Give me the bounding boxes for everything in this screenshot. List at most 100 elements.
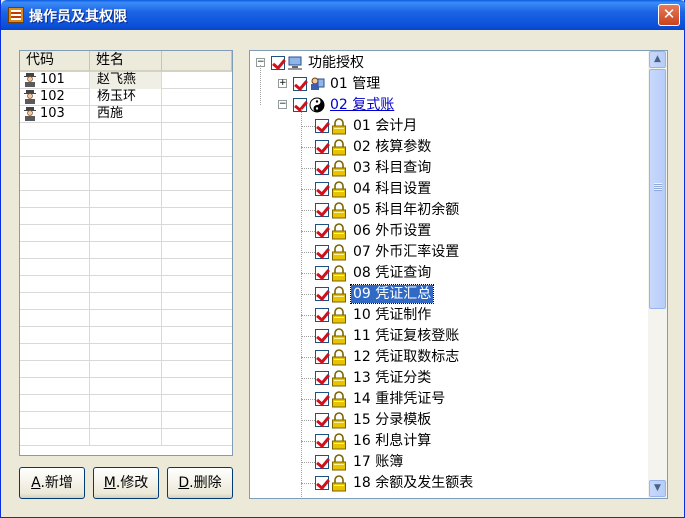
tree-item[interactable]: 18 余额及发生额表: [301, 473, 601, 494]
tree-item[interactable]: 17 账簿: [301, 452, 601, 473]
checkbox-icon[interactable]: [315, 413, 329, 427]
checkbox-icon[interactable]: [315, 161, 329, 175]
tree-connector: [301, 357, 315, 358]
tree-group-ledger[interactable]: − 02 复式账: [278, 95, 478, 116]
lock-icon: [332, 454, 346, 471]
tree-item[interactable]: 14 重排凭证号: [301, 389, 601, 410]
checkbox-icon[interactable]: [315, 245, 329, 259]
empty-cell: [20, 174, 90, 191]
tree-root-label: 功能授权: [308, 55, 364, 71]
tree-item[interactable]: 09 凭证汇总: [301, 284, 601, 305]
empty-cell: [162, 242, 232, 259]
tree-scrollbar[interactable]: ▲ ▼: [648, 51, 667, 498]
checkbox-icon[interactable]: [293, 98, 307, 112]
tree-item-label: 17 账簿: [353, 454, 404, 470]
tree-item[interactable]: 04 科目设置: [301, 179, 601, 200]
empty-cell: [20, 123, 90, 140]
operator-list[interactable]: 代码 姓名 101 赵飞燕 102 杨玉环 103 西施: [19, 50, 233, 456]
checkbox-icon[interactable]: [315, 329, 329, 343]
tree-item[interactable]: 10 凭证制作: [301, 305, 601, 326]
empty-cell: [20, 327, 90, 344]
empty-cell: [90, 361, 162, 378]
empty-row: [20, 225, 232, 242]
scroll-thumb[interactable]: [649, 69, 666, 309]
close-button[interactable]: ✕: [658, 4, 680, 26]
checkbox-icon[interactable]: [315, 203, 329, 217]
checkbox-icon[interactable]: [293, 77, 307, 91]
checkbox-icon[interactable]: [315, 392, 329, 406]
modify-button[interactable]: M.修改: [93, 467, 159, 499]
tree-item[interactable]: 06 外币设置: [301, 221, 601, 242]
tree-connector: [301, 168, 315, 169]
delete-button[interactable]: D.删除: [167, 467, 233, 499]
tree-group-admin[interactable]: + 01 管理: [278, 74, 478, 95]
lock-icon: [332, 286, 346, 303]
empty-row: [20, 242, 232, 259]
empty-row: [20, 429, 232, 446]
tree-item[interactable]: 13 凭证分类: [301, 368, 601, 389]
checkbox-icon[interactable]: [315, 182, 329, 196]
modify-button-key: M: [103, 475, 116, 491]
table-row[interactable]: 101 赵飞燕: [20, 72, 232, 89]
tree-item[interactable]: 05 科目年初余额: [301, 200, 601, 221]
expand-icon[interactable]: +: [278, 79, 287, 88]
tree-connector: [301, 273, 315, 274]
checkbox-icon[interactable]: [271, 56, 285, 70]
table-row[interactable]: 103 西施: [20, 106, 232, 123]
tree-root[interactable]: − 功能授权: [256, 53, 456, 74]
empty-cell: [162, 429, 232, 446]
empty-cell: [162, 259, 232, 276]
column-header-code[interactable]: 代码: [20, 51, 90, 72]
checkbox-icon[interactable]: [315, 371, 329, 385]
checkbox-icon[interactable]: [315, 287, 329, 301]
tree-item[interactable]: 11 凭证复核登账: [301, 326, 601, 347]
tree-item[interactable]: 08 凭证查询: [301, 263, 601, 284]
empty-cell: [20, 293, 90, 310]
scroll-down-arrow-icon[interactable]: ▼: [649, 480, 666, 497]
checkbox-icon[interactable]: [315, 476, 329, 490]
empty-cell: [162, 378, 232, 395]
app-icon: [8, 7, 24, 23]
checkbox-icon[interactable]: [315, 119, 329, 133]
checkbox-icon[interactable]: [315, 224, 329, 238]
operator-name: 杨玉环: [90, 89, 162, 106]
checkbox-icon[interactable]: [315, 434, 329, 448]
tree-item-label: 02 核算参数: [353, 139, 432, 155]
table-row[interactable]: 102 杨玉环: [20, 89, 232, 106]
tree-item[interactable]: 07 外币汇率设置: [301, 242, 601, 263]
empty-cell: [162, 293, 232, 310]
empty-row: [20, 310, 232, 327]
empty-row: [20, 327, 232, 344]
add-button[interactable]: A.新增: [19, 467, 85, 499]
permission-tree[interactable]: − 功能授权 + 01 管理 − 02 复式账 01 会计月 02 核算参数 0…: [249, 50, 668, 499]
empty-cell: [20, 208, 90, 225]
tree-item[interactable]: 03 科目查询: [301, 158, 601, 179]
column-header-name[interactable]: 姓名: [90, 51, 162, 72]
tree-item[interactable]: 02 核算参数: [301, 137, 601, 158]
empty-row: [20, 123, 232, 140]
empty-cell: [162, 344, 232, 361]
empty-cell: [90, 378, 162, 395]
tree-item[interactable]: 15 分录模板: [301, 410, 601, 431]
empty-row: [20, 174, 232, 191]
checkbox-icon[interactable]: [315, 350, 329, 364]
column-header-blank[interactable]: [162, 51, 232, 72]
empty-cell: [20, 344, 90, 361]
empty-cell: [162, 412, 232, 429]
title-bar[interactable]: 操作员及其权限 ✕: [1, 0, 685, 30]
empty-cell: [90, 259, 162, 276]
scroll-up-arrow-icon[interactable]: ▲: [649, 51, 666, 68]
tree-connector: [301, 210, 315, 211]
tree-item[interactable]: 16 利息计算: [301, 431, 601, 452]
collapse-icon[interactable]: −: [278, 100, 287, 109]
empty-cell: [20, 361, 90, 378]
checkbox-icon[interactable]: [315, 140, 329, 154]
tree-item[interactable]: 12 凭证取数标志: [301, 347, 601, 368]
checkbox-icon[interactable]: [315, 308, 329, 322]
grip-icon: [654, 183, 662, 191]
empty-row: [20, 361, 232, 378]
tree-item[interactable]: 01 会计月: [301, 116, 601, 137]
checkbox-icon[interactable]: [315, 266, 329, 280]
checkbox-icon[interactable]: [315, 455, 329, 469]
lock-icon: [332, 202, 346, 219]
